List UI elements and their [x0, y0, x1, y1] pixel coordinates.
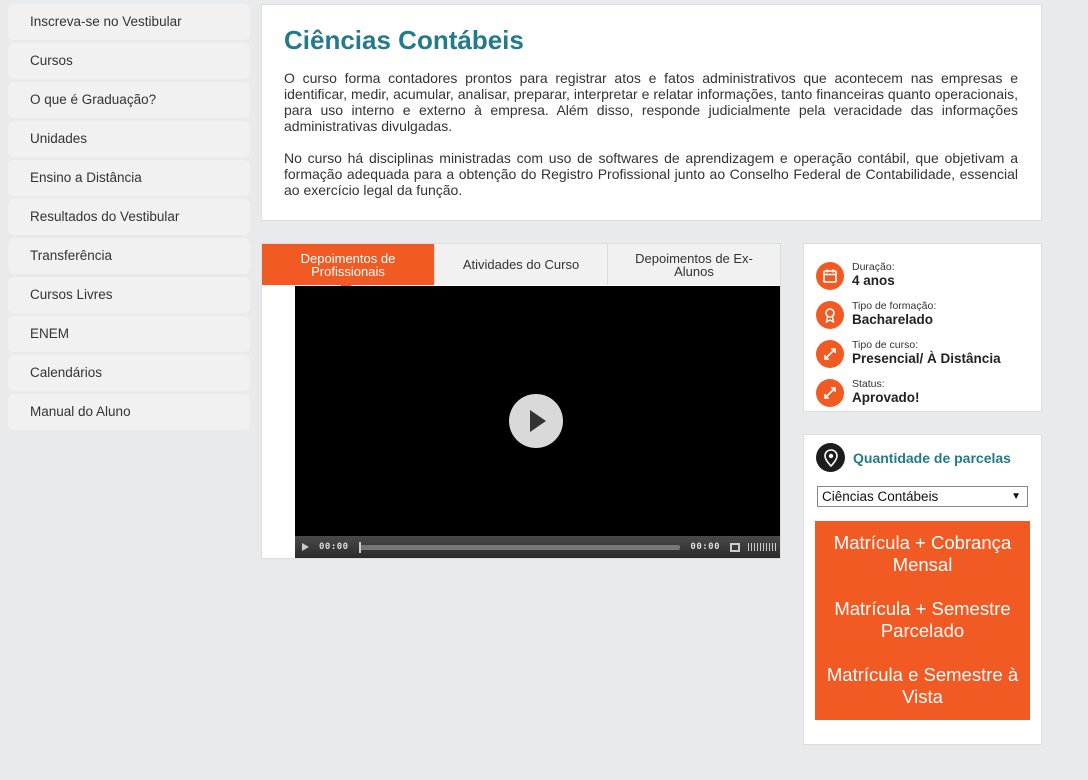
chevron-down-icon: ▼ [1011, 491, 1021, 502]
course-description-p2: No curso há disciplinas ministradas com … [284, 150, 1018, 198]
play-control-icon[interactable] [302, 543, 309, 551]
seek-bar[interactable] [358, 541, 681, 553]
info-label: Duração: [852, 261, 895, 273]
parcelas-options: Matrícula + Cobrança Mensal Matrícula + … [815, 521, 1030, 720]
sidebar-item-cursos[interactable]: Cursos [8, 43, 250, 79]
calendar-icon [816, 261, 844, 290]
sidebar-item-calendarios[interactable]: Calendários [8, 355, 250, 391]
course-title: Ciências Contábeis [284, 25, 524, 55]
course-select[interactable]: Ciências Contábeis ▼ [817, 486, 1028, 507]
info-duracao: Duração: 4 anos [816, 256, 1041, 295]
info-formacao: Tipo de formação: Bacharelado [816, 295, 1041, 334]
option-semestre-parcelado[interactable]: Matrícula + Semestre Parcelado [815, 598, 1030, 642]
video-tabs-card: Depoimentos de Profissionais Atividades … [261, 243, 781, 559]
course-info-card: Duração: 4 anos Tipo de formação: Bachar… [803, 243, 1042, 412]
sidebar-item-unidades[interactable]: Unidades [8, 121, 250, 157]
tab-depoimentos-ex-alunos[interactable]: Depoimentos de Ex-Alunos [607, 244, 780, 285]
video-player[interactable]: 00:00 00:00 [295, 286, 780, 558]
info-status: Status: Aprovado! [816, 373, 1041, 412]
info-value: Bacharelado [852, 312, 934, 327]
play-icon[interactable] [509, 394, 563, 448]
info-tipo-curso: Tipo de curso: Presencial/ À Distância [816, 334, 1041, 373]
current-time: 00:00 [319, 542, 349, 552]
sidebar-item-transferencia[interactable]: Transferência [8, 238, 250, 274]
sidebar-item-cursos-livres[interactable]: Cursos Livres [8, 277, 250, 313]
sidebar-item-inscreva[interactable]: Inscreva-se no Vestibular [8, 4, 250, 40]
course-description-p1: O curso forma contadores prontos para re… [284, 70, 1018, 134]
fullscreen-icon[interactable] [730, 542, 740, 552]
info-value: 4 anos [852, 273, 895, 288]
volume-icon[interactable] [748, 543, 776, 551]
course-select-value: Ciências Contábeis [822, 489, 939, 504]
info-label: Tipo de formação: [852, 300, 937, 312]
parcelas-title: Quantidade de parcelas [853, 449, 1011, 466]
sidebar-item-graduacao[interactable]: O que é Graduação? [8, 82, 250, 118]
info-value: Aprovado! [852, 390, 920, 405]
info-label: Status: [852, 378, 885, 390]
parcelas-card: Quantidade de parcelas Ciências Contábei… [803, 434, 1042, 745]
tab-depoimentos-profissionais[interactable]: Depoimentos de Profissionais [262, 244, 434, 291]
sidebar-item-ead[interactable]: Ensino a Distância [8, 160, 250, 196]
video-controls: 00:00 00:00 [295, 536, 780, 558]
arrows-icon [816, 339, 844, 368]
parcelas-header: Quantidade de parcelas [816, 443, 1011, 472]
sidebar-item-resultados[interactable]: Resultados do Vestibular [8, 199, 250, 235]
option-semestre-vista[interactable]: Matrícula e Semestre à Vista [815, 664, 1030, 708]
info-value: Presencial/ À Distância [852, 351, 1001, 366]
arrows-icon [816, 378, 844, 407]
course-description-card: Ciências Contábeis O curso forma contado… [261, 4, 1042, 221]
award-icon [816, 300, 844, 329]
option-cobranca-mensal[interactable]: Matrícula + Cobrança Mensal [815, 532, 1030, 576]
map-pin-icon [816, 443, 845, 472]
info-label: Tipo de curso: [852, 339, 919, 351]
sidebar-menu: Inscreva-se no Vestibular Cursos O que é… [8, 4, 250, 433]
duration-time: 00:00 [690, 542, 720, 552]
sidebar-item-enem[interactable]: ENEM [8, 316, 250, 352]
tab-bar: Depoimentos de Profissionais Atividades … [262, 244, 780, 291]
sidebar-item-manual[interactable]: Manual do Aluno [8, 394, 250, 430]
tab-atividades-curso[interactable]: Atividades do Curso [434, 244, 607, 285]
